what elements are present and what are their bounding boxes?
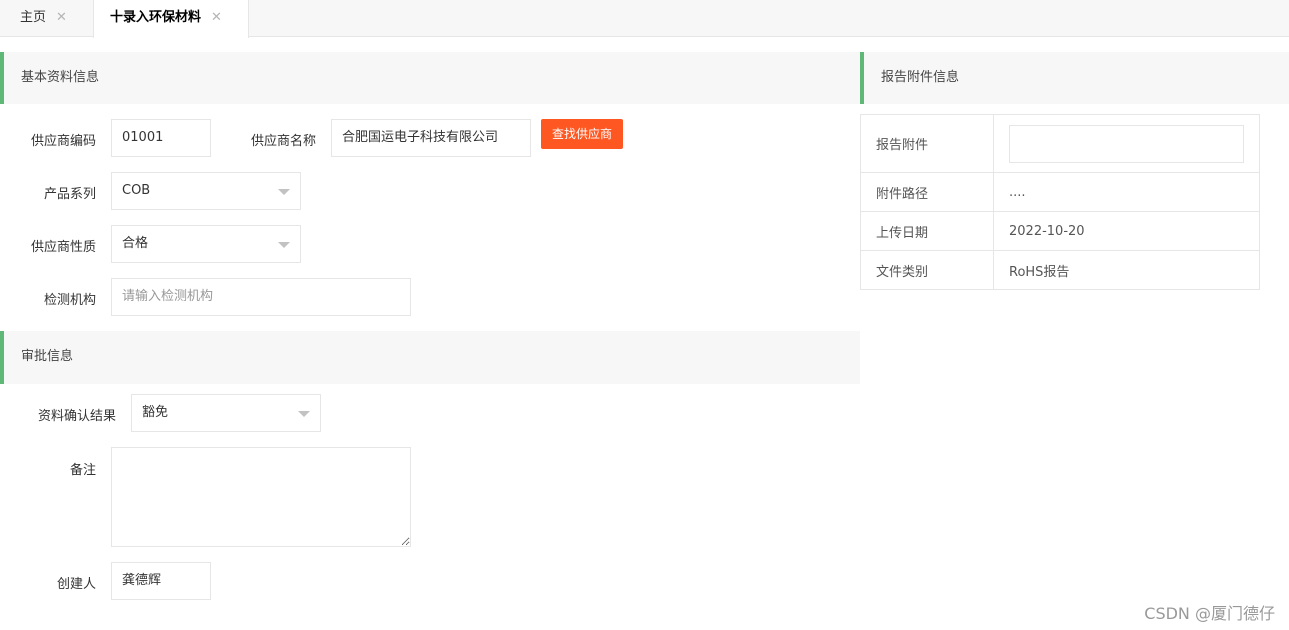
section-title: 审批信息 — [21, 349, 74, 364]
attachment-cell — [993, 114, 1260, 173]
table-row: 报告附件 — [860, 114, 1260, 173]
section-header-basic: 基本资料信息 — [0, 52, 860, 104]
tab-home-label: 主页 — [20, 10, 47, 25]
supplier-nature-label: 供应商性质 — [30, 240, 96, 255]
table-row: 附件路径 .... — [860, 172, 1260, 212]
product-series-label: 产品系列 — [43, 187, 96, 202]
watermark: CSDN @厦门德仔 — [1144, 604, 1275, 623]
row-value: .... — [993, 172, 1260, 212]
dropdown-arrow-icon — [298, 411, 310, 417]
test-org-input[interactable]: 请输入检测机构 — [111, 278, 411, 316]
close-icon[interactable]: ✕ — [56, 10, 67, 25]
section-header-approval: 审批信息 — [0, 331, 860, 384]
section-header-report: 报告附件信息 — [860, 52, 1289, 104]
product-series-value: COB — [122, 183, 151, 198]
row-value: RoHS报告 — [993, 250, 1260, 290]
row-key: 文件类别 — [860, 250, 994, 290]
supplier-name-label: 供应商名称 — [250, 134, 316, 149]
dropdown-arrow-icon — [278, 242, 290, 248]
tab-active-label: 十录入环保材料 — [110, 10, 202, 25]
report-table: 报告附件 附件路径 .... 上传日期 2022-10-20 文件类别 RoHS… — [860, 114, 1260, 290]
section-title: 报告附件信息 — [881, 70, 960, 85]
tab-bar: 主页 ✕ 十录入环保材料 ✕ — [0, 0, 1289, 38]
row-value: 2022-10-20 — [993, 211, 1260, 251]
tab-home[interactable]: 主页 ✕ — [0, 0, 93, 37]
section-title: 基本资料信息 — [21, 70, 100, 85]
row-key: 附件路径 — [860, 172, 994, 212]
tab-enter-eco-material[interactable]: 十录入环保材料 ✕ — [93, 0, 249, 38]
creator-label: 创建人 — [56, 577, 96, 592]
confirm-result-value: 豁免 — [142, 405, 169, 420]
confirm-result-label: 资料确认结果 — [37, 409, 116, 424]
confirm-result-select[interactable]: 豁免 — [131, 394, 321, 432]
supplier-code-label: 供应商编码 — [30, 134, 96, 149]
table-row: 上传日期 2022-10-20 — [860, 211, 1260, 251]
creator-field[interactable]: 龚德辉 — [111, 562, 211, 600]
supplier-name-field[interactable]: 合肥国运电子科技有限公司 — [331, 119, 531, 157]
remark-textarea[interactable] — [111, 447, 411, 547]
supplier-nature-select[interactable]: 合格 — [111, 225, 301, 263]
product-series-select[interactable]: COB — [111, 172, 301, 210]
remark-label: 备注 — [69, 463, 96, 478]
test-org-label: 检测机构 — [43, 293, 96, 308]
attachment-upload-box[interactable] — [1009, 124, 1244, 163]
table-row: 文件类别 RoHS报告 — [860, 250, 1260, 290]
find-supplier-button[interactable]: 查找供应商 — [541, 119, 623, 149]
supplier-code-field[interactable]: 01001 — [111, 119, 211, 157]
row-key: 报告附件 — [860, 114, 994, 173]
supplier-nature-value: 合格 — [122, 236, 149, 251]
close-icon[interactable]: ✕ — [211, 10, 222, 25]
row-key: 上传日期 — [860, 211, 994, 251]
dropdown-arrow-icon — [278, 189, 290, 195]
